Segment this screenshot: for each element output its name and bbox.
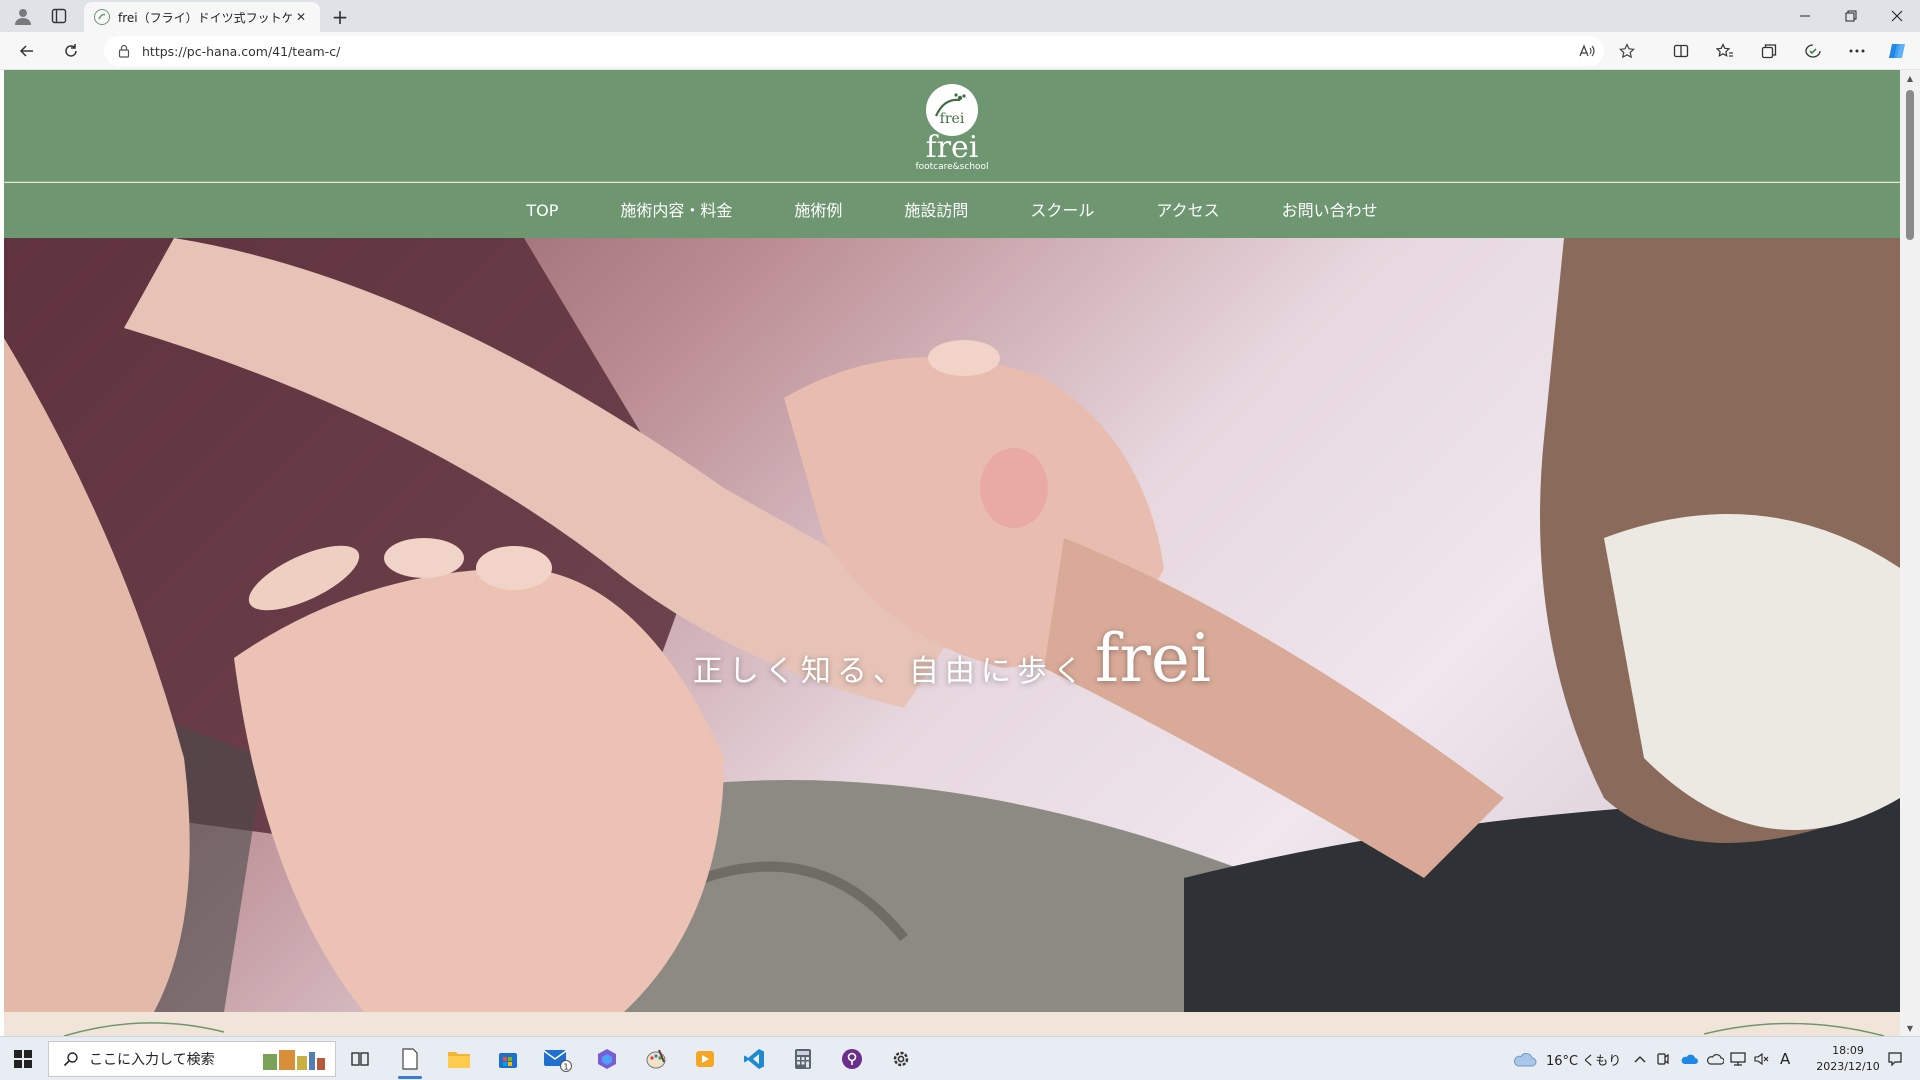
task-view-icon[interactable] xyxy=(338,1039,382,1079)
page-section-divider xyxy=(4,1012,1900,1036)
nav-item-services-pricing[interactable]: 施術内容・料金 xyxy=(589,183,763,238)
mail-badge-count: 1 xyxy=(563,1063,568,1072)
refresh-button[interactable] xyxy=(56,36,86,66)
tagline-text: 正しく知る、自由に歩く xyxy=(692,654,1089,689)
close-window-icon[interactable] xyxy=(1874,0,1920,32)
url-text[interactable]: https://pc-hana.com/41/team-c/ xyxy=(142,44,340,59)
search-highlight-illustration-icon xyxy=(263,1050,325,1070)
taskbar-media-player-icon[interactable] xyxy=(683,1039,727,1079)
minimize-window-icon[interactable] xyxy=(1782,0,1828,32)
taskbar-file-explorer-icon[interactable] xyxy=(437,1039,481,1079)
ime-indicator[interactable]: A xyxy=(1780,1037,1790,1080)
taskbar-copilot-app-icon[interactable] xyxy=(585,1039,629,1079)
favorites-icon[interactable] xyxy=(1710,36,1740,66)
profile-icon[interactable] xyxy=(8,0,38,32)
taskbar-vscode-icon[interactable] xyxy=(732,1039,776,1079)
onedrive-personal-icon[interactable] xyxy=(1706,1037,1724,1080)
nav-item-school[interactable]: スクール xyxy=(999,183,1125,238)
taskbar-paint-icon[interactable] xyxy=(634,1039,678,1079)
main-navigation: TOP 施術内容・料金 施術例 施設訪問 スクール アクセス お問い合わせ xyxy=(4,183,1900,238)
notification-center-icon[interactable] xyxy=(1872,1037,1918,1080)
hero-image: 正しく知る、自由に歩くfrei xyxy=(4,238,1900,1012)
tab-actions-icon[interactable] xyxy=(44,0,74,32)
site-header: frei frei footcare&school xyxy=(4,70,1900,182)
search-placeholder: ここに入力して検索 xyxy=(89,1052,215,1068)
nav-item-contact[interactable]: お問い合わせ xyxy=(1251,183,1409,238)
network-icon[interactable] xyxy=(1730,1037,1746,1080)
search-icon xyxy=(63,1051,79,1067)
windows-taskbar: ここに入力して検索 1 16°C くもり A 18:09 2023/12/10 xyxy=(0,1036,1920,1080)
more-menu-icon[interactable] xyxy=(1842,36,1872,66)
collections-icon[interactable] xyxy=(1754,36,1784,66)
taskbar-notepad-icon[interactable] xyxy=(388,1039,432,1079)
logo-mark-icon: frei xyxy=(926,84,978,136)
tab-close-icon[interactable]: ✕ xyxy=(292,8,310,26)
windows-start-button[interactable] xyxy=(0,1037,46,1080)
taskbar-podcast-app-icon[interactable] xyxy=(830,1039,874,1079)
weather-widget[interactable]: 16°C くもり xyxy=(1512,1037,1621,1080)
read-aloud-icon[interactable] xyxy=(1572,36,1602,66)
scroll-up-arrow-icon[interactable]: ▲ xyxy=(1900,70,1920,86)
nav-item-access[interactable]: アクセス xyxy=(1125,183,1250,238)
taskbar-settings-icon[interactable] xyxy=(879,1039,923,1079)
tagline-brand: frei xyxy=(1094,620,1212,697)
page-scrollbar[interactable]: ▲ ▼ xyxy=(1900,70,1920,1036)
lock-icon[interactable] xyxy=(118,44,130,58)
taskbar-store-icon[interactable] xyxy=(486,1039,530,1079)
split-screen-icon[interactable] xyxy=(1666,36,1696,66)
volume-muted-icon[interactable] xyxy=(1754,1037,1770,1080)
taskbar-search-box[interactable]: ここに入力して検索 xyxy=(48,1041,336,1077)
nav-item-case-examples[interactable]: 施術例 xyxy=(763,183,873,238)
copilot-icon[interactable] xyxy=(1882,36,1912,66)
scroll-down-arrow-icon[interactable]: ▼ xyxy=(1900,1020,1920,1036)
weather-text: 16°C くもり xyxy=(1546,1053,1622,1069)
browser-tab-bar: frei（フライ）ドイツ式フットケアサロン ✕ + xyxy=(0,0,1920,32)
nav-item-top[interactable]: TOP xyxy=(495,183,589,238)
hero-tagline: 正しく知る、自由に歩くfrei xyxy=(4,620,1900,697)
address-bar[interactable]: https://pc-hana.com/41/team-c/ xyxy=(104,36,1604,66)
meet-now-icon[interactable] xyxy=(1656,1037,1670,1080)
taskbar-calculator-icon[interactable] xyxy=(781,1039,825,1079)
favorite-star-icon[interactable] xyxy=(1612,36,1642,66)
scrollbar-thumb[interactable] xyxy=(1906,90,1914,240)
onedrive-icon[interactable] xyxy=(1680,1037,1698,1080)
browser-toolbar: https://pc-hana.com/41/team-c/ xyxy=(0,32,1920,70)
show-hidden-icons-chevron-icon[interactable] xyxy=(1634,1037,1646,1080)
restore-window-icon[interactable] xyxy=(1828,0,1874,32)
logo-word: frei xyxy=(925,130,979,165)
site-logo[interactable]: frei frei footcare&school xyxy=(904,84,1000,174)
browser-essentials-icon[interactable] xyxy=(1798,36,1828,66)
logo-mark-text: frei xyxy=(940,111,965,127)
browser-tab-active[interactable]: frei（フライ）ドイツ式フットケアサロン ✕ xyxy=(84,2,320,32)
cloud-icon xyxy=(1514,1053,1537,1067)
tab-title: frei（フライ）ドイツ式フットケアサロン xyxy=(118,10,292,25)
nav-item-facility-visits[interactable]: 施設訪問 xyxy=(873,183,999,238)
logo-subtitle: footcare&school xyxy=(915,162,989,172)
taskbar-mail-icon[interactable]: 1 xyxy=(536,1039,580,1079)
web-page: frei frei footcare&school TOP 施術内容・料金 施術… xyxy=(4,70,1900,1036)
site-favicon-icon xyxy=(94,9,110,25)
new-tab-button[interactable]: + xyxy=(326,4,354,30)
back-button[interactable] xyxy=(12,36,42,66)
